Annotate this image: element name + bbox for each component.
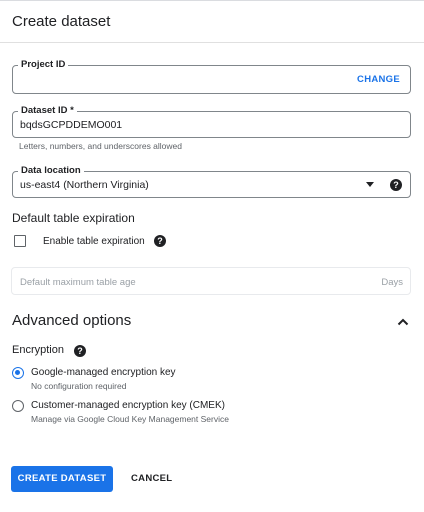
customer-managed-key-label[interactable]: Customer-managed encryption key (CMEK) <box>31 400 225 411</box>
header-divider <box>0 42 424 43</box>
project-id-field[interactable]: Project ID CHANGE <box>12 58 411 94</box>
project-id-label: Project ID <box>18 58 69 71</box>
customer-managed-key-radio[interactable] <box>12 400 24 412</box>
google-managed-key-radio[interactable] <box>12 367 24 379</box>
enable-expiration-checkbox[interactable] <box>14 235 26 247</box>
max-table-age-placeholder: Default maximum table age <box>20 277 136 288</box>
enable-expiration-label[interactable]: Enable table expiration <box>43 236 145 247</box>
table-expiration-title: Default table expiration <box>12 211 135 225</box>
change-project-button[interactable]: CHANGE <box>357 74 400 85</box>
help-icon[interactable]: ? <box>390 179 402 191</box>
data-location-select[interactable]: Data location us-east4 (Northern Virgini… <box>12 164 411 198</box>
google-managed-key-label[interactable]: Google-managed encryption key <box>31 367 176 378</box>
advanced-options-title[interactable]: Advanced options <box>12 312 131 329</box>
page-title: Create dataset <box>12 13 111 30</box>
top-border <box>0 0 424 1</box>
help-icon[interactable]: ? <box>154 235 166 247</box>
data-location-value: us-east4 (Northern Virginia) <box>20 179 149 191</box>
customer-managed-key-description: Manage via Google Cloud Key Management S… <box>31 414 229 424</box>
create-dataset-button[interactable]: CREATE DATASET <box>11 466 113 492</box>
max-table-age-input[interactable]: Default maximum table age Days <box>11 267 411 295</box>
google-managed-key-description: No configuration required <box>31 381 127 391</box>
days-suffix: Days <box>381 277 403 288</box>
data-location-label: Data location <box>18 164 84 177</box>
dataset-id-label: Dataset ID * <box>18 104 77 117</box>
chevron-up-icon[interactable] <box>396 315 410 329</box>
cancel-button[interactable]: CANCEL <box>131 466 172 492</box>
encryption-title: Encryption <box>12 344 64 356</box>
dropdown-arrow-icon[interactable] <box>366 182 374 187</box>
help-icon[interactable]: ? <box>74 345 86 357</box>
dataset-id-value: bqdsGCPDDEMO001 <box>20 119 123 131</box>
dataset-id-input[interactable]: Dataset ID * bqdsGCPDDEMO001 <box>12 104 411 138</box>
dataset-id-helper: Letters, numbers, and underscores allowe… <box>19 141 183 151</box>
